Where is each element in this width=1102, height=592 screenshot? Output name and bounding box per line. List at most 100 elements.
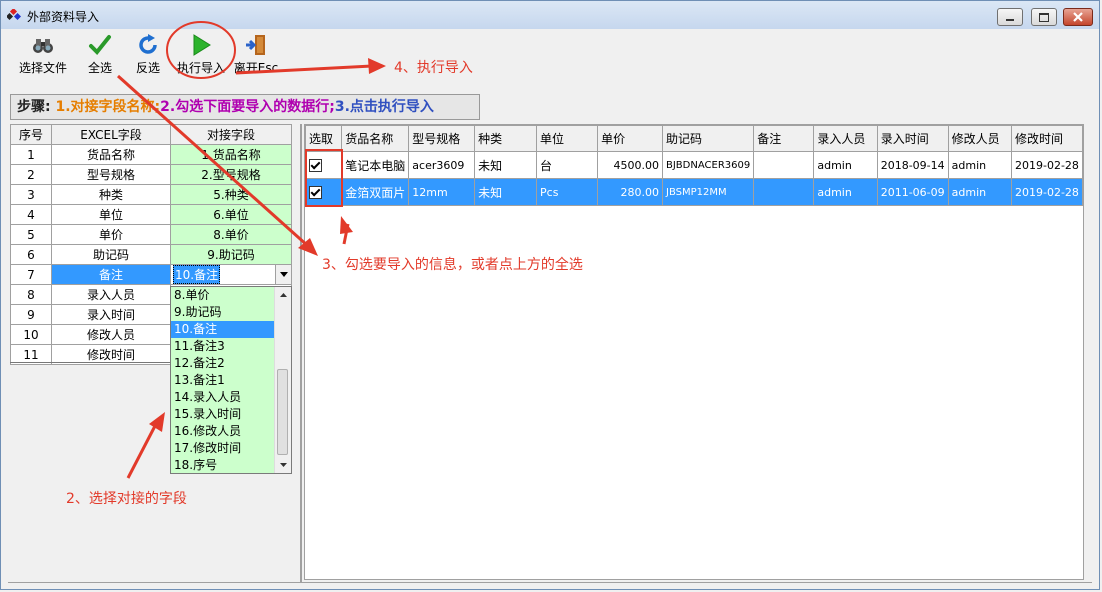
select-checkbox-cell[interactable] bbox=[304, 151, 343, 179]
mapping-row[interactable]: 4 单位 6.单位 bbox=[10, 204, 292, 225]
dropdown-option[interactable]: 9.助记码 bbox=[171, 304, 274, 321]
data-cell: 2019-02-28 bbox=[1010, 151, 1084, 179]
close-button[interactable] bbox=[1063, 8, 1093, 26]
col-header[interactable]: 修改时间 bbox=[1010, 125, 1084, 152]
checked-checkbox[interactable] bbox=[309, 185, 322, 199]
excel-field-cell[interactable]: 货品名称 bbox=[51, 144, 171, 165]
target-field-cell[interactable]: 2.型号规格 bbox=[170, 164, 292, 185]
data-cell: admin bbox=[813, 151, 878, 179]
import-data-table: 选取 货品名称 型号规格 种类 单位 单价 助记码 备注 录入人员 录入时间 修… bbox=[304, 125, 1084, 206]
target-field-cell[interactable]: 9.助记码 bbox=[170, 244, 292, 265]
excel-field-cell[interactable]: 单价 bbox=[51, 224, 171, 245]
col-header[interactable]: 型号规格 bbox=[408, 125, 476, 152]
data-cell: 未知 bbox=[474, 178, 538, 206]
dropdown-option-selected[interactable]: 10.备注 bbox=[171, 321, 275, 338]
row-no: 4 bbox=[10, 204, 52, 225]
data-cell: acer3609 bbox=[408, 151, 476, 179]
annotation-select-field: 2、选择对接的字段 bbox=[66, 491, 187, 507]
mapping-row[interactable]: 1 货品名称 1.货品名称 bbox=[10, 144, 292, 165]
select-file-button[interactable]: 选择文件 bbox=[17, 31, 69, 77]
data-header-row: 选取 货品名称 型号规格 种类 单位 单价 助记码 备注 录入人员 录入时间 修… bbox=[304, 125, 1084, 152]
excel-field-cell[interactable]: 型号规格 bbox=[51, 164, 171, 185]
target-field-dropdown-list[interactable]: 8.单价 9.助记码 10.备注 11.备注3 12.备注2 13.备注1 14… bbox=[170, 286, 292, 474]
window-title: 外部资料导入 bbox=[27, 10, 100, 24]
mapping-row[interactable]: 6 助记码 9.助记码 bbox=[10, 244, 292, 265]
data-cell: JBSMP12MM bbox=[661, 178, 755, 206]
maximize-button[interactable] bbox=[1031, 8, 1057, 26]
dropdown-option[interactable]: 13.备注1 bbox=[171, 372, 274, 389]
col-header[interactable]: 选取 bbox=[304, 125, 343, 152]
target-field-combobox[interactable]: 10.备注 bbox=[170, 264, 292, 285]
steps-prefix: 步骤: bbox=[17, 99, 56, 115]
excel-field-cell[interactable]: 录入人员 bbox=[51, 284, 171, 305]
excel-field-cell[interactable]: 种类 bbox=[51, 184, 171, 205]
mapping-row[interactable]: 3 种类 5.种类 bbox=[10, 184, 292, 205]
combobox-arrow-button[interactable] bbox=[275, 265, 291, 284]
minimize-button[interactable] bbox=[997, 8, 1023, 26]
minimize-icon bbox=[1006, 19, 1014, 21]
play-icon bbox=[193, 34, 211, 56]
col-header[interactable]: 录入人员 bbox=[813, 125, 878, 152]
dropdown-option[interactable]: 18.序号 bbox=[171, 457, 274, 473]
checked-checkbox[interactable] bbox=[309, 158, 322, 172]
app-diamond-icon bbox=[7, 9, 21, 21]
excel-field-cell[interactable]: 单位 bbox=[51, 204, 171, 225]
mapping-row[interactable]: 2 型号规格 2.型号规格 bbox=[10, 164, 292, 185]
import-data-grid: 选取 货品名称 型号规格 种类 单位 单价 助记码 备注 录入人员 录入时间 修… bbox=[304, 124, 1084, 580]
scroll-up-button[interactable] bbox=[275, 287, 291, 303]
col-header[interactable]: 种类 bbox=[474, 125, 538, 152]
excel-field-cell[interactable]: 备注 bbox=[51, 264, 171, 285]
step-3-text: 3.点击执行导入 bbox=[334, 99, 434, 115]
mapping-row[interactable]: 5 单价 8.单价 bbox=[10, 224, 292, 245]
data-cell: BJBDNACER3609 bbox=[661, 151, 755, 179]
header-target-field: 对接字段 bbox=[170, 124, 292, 145]
col-header[interactable]: 录入时间 bbox=[876, 125, 949, 152]
col-header[interactable]: 备注 bbox=[753, 125, 815, 152]
panel-splitter[interactable] bbox=[300, 124, 302, 582]
col-header[interactable]: 修改人员 bbox=[947, 125, 1012, 152]
data-cell: 2018-09-14 bbox=[876, 151, 949, 179]
select-checkbox-cell[interactable] bbox=[304, 178, 343, 206]
row-no: 5 bbox=[10, 224, 52, 245]
step-1-text: 1.对接字段名称; bbox=[55, 99, 161, 115]
annotation-execute-import: 4、执行导入 bbox=[394, 60, 473, 76]
steps-bar: 步骤: 1.对接字段名称;2.勾选下面要导入的数据行;3.点击执行导入 bbox=[10, 94, 480, 120]
excel-field-cell[interactable]: 录入时间 bbox=[51, 304, 171, 325]
toolbar: 选择文件 全选 反选 执行导入 离开Esc bbox=[7, 31, 285, 77]
refresh-icon bbox=[139, 34, 157, 54]
execute-import-button[interactable]: 执行导入 bbox=[173, 31, 229, 77]
exit-button[interactable]: 离开Esc bbox=[233, 31, 279, 77]
step-2-text: 2.勾选下面要导入的数据行; bbox=[160, 99, 335, 115]
dropdown-option[interactable]: 11.备注3 bbox=[171, 338, 274, 355]
select-all-button[interactable]: 全选 bbox=[85, 31, 115, 77]
data-cell bbox=[753, 178, 815, 206]
data-row-selected[interactable]: 金箔双面片 12mm 未知 Pcs 280.00 JBSMP12MM admin… bbox=[304, 178, 1084, 206]
dropdown-option[interactable]: 8.单价 bbox=[171, 287, 274, 304]
invert-button[interactable]: 反选 bbox=[133, 31, 163, 77]
dropdown-option[interactable]: 14.录入人员 bbox=[171, 389, 274, 406]
dropdown-option[interactable]: 17.修改时间 bbox=[171, 440, 274, 457]
data-cell: admin bbox=[813, 178, 878, 206]
col-header[interactable]: 单位 bbox=[536, 125, 599, 152]
target-field-cell[interactable]: 1.货品名称 bbox=[170, 144, 292, 165]
dropdown-scrollbar[interactable] bbox=[274, 287, 291, 473]
mapping-row-selected[interactable]: 7 备注 10.备注 bbox=[10, 264, 292, 285]
col-header[interactable]: 助记码 bbox=[661, 125, 755, 152]
data-row[interactable]: 笔记本电脑 acer3609 未知 台 4500.00 BJBDNACER360… bbox=[304, 151, 1084, 179]
dropdown-option[interactable]: 15.录入时间 bbox=[171, 406, 274, 423]
scroll-down-button[interactable] bbox=[275, 457, 291, 473]
data-cell: 2019-02-28 bbox=[1010, 178, 1084, 206]
col-header[interactable]: 单价 bbox=[597, 125, 663, 152]
excel-field-cell[interactable]: 助记码 bbox=[51, 244, 171, 265]
scroll-thumb[interactable] bbox=[277, 369, 288, 455]
dropdown-option[interactable]: 12.备注2 bbox=[171, 355, 274, 372]
row-no: 7 bbox=[10, 264, 52, 285]
target-field-cell[interactable]: 8.单价 bbox=[170, 224, 292, 245]
dropdown-option[interactable]: 16.修改人员 bbox=[171, 423, 274, 440]
target-field-cell[interactable]: 6.单位 bbox=[170, 204, 292, 225]
row-no: 1 bbox=[10, 144, 52, 165]
col-header[interactable]: 货品名称 bbox=[341, 125, 410, 152]
target-field-cell[interactable]: 5.种类 bbox=[170, 184, 292, 205]
data-cell: 12mm bbox=[408, 178, 476, 206]
excel-field-cell[interactable]: 修改人员 bbox=[51, 324, 171, 345]
